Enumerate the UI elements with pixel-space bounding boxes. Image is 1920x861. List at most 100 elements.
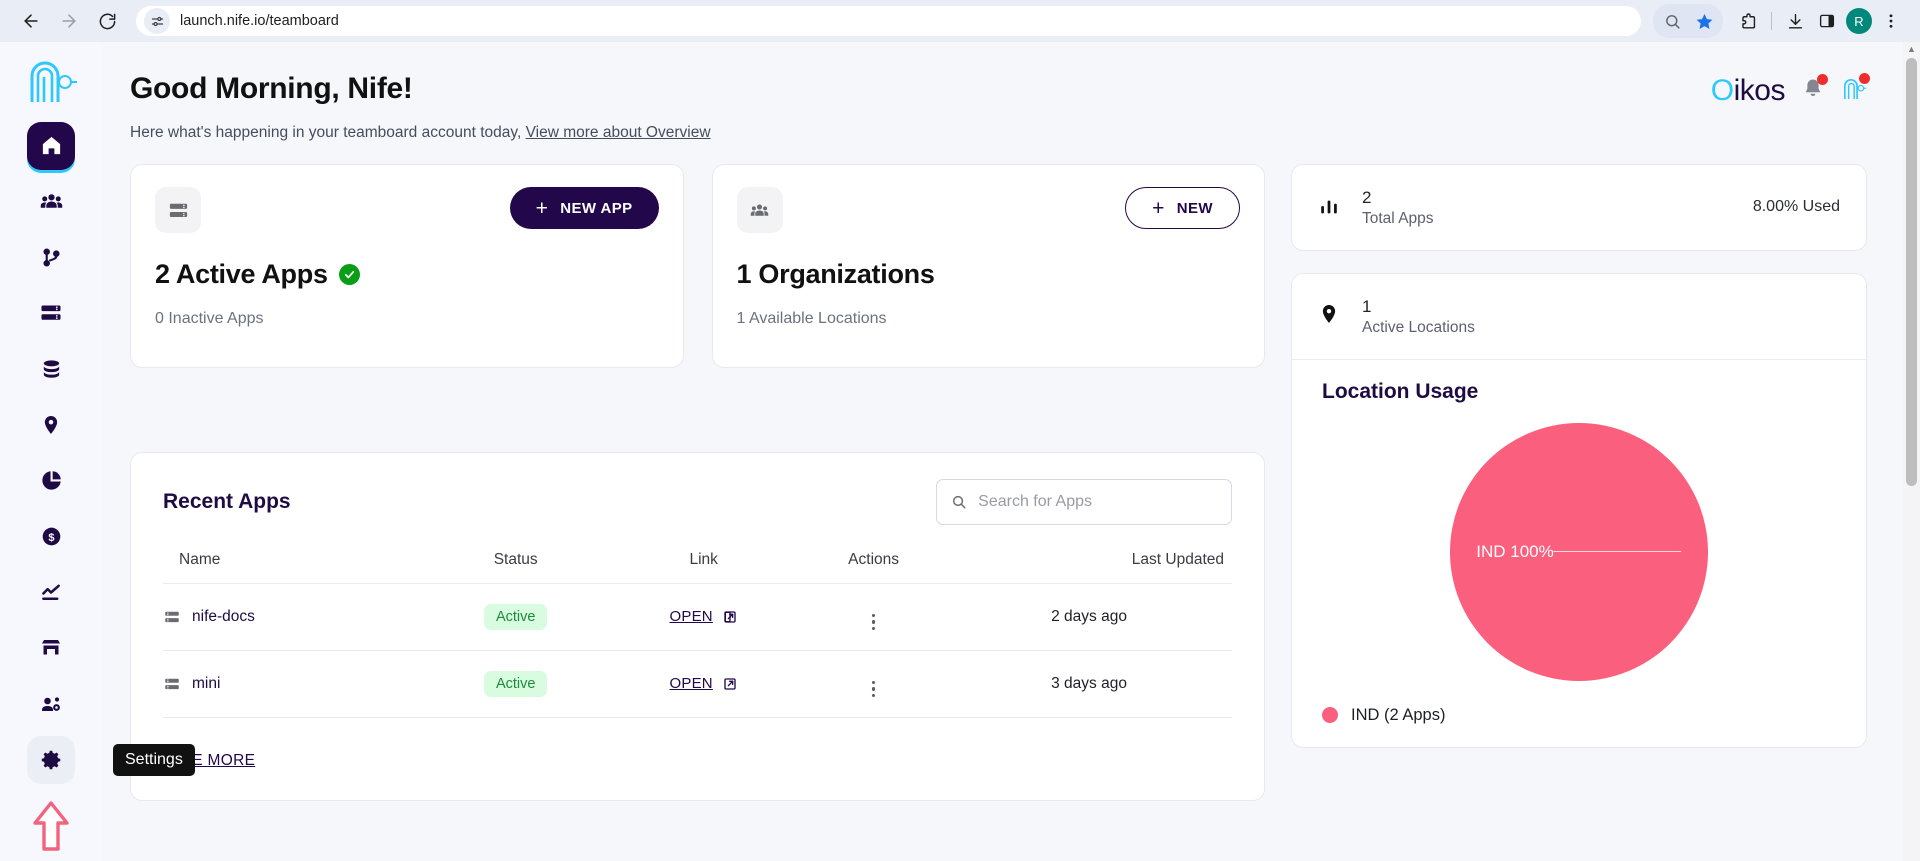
scroll-up-arrow[interactable]: ▲: [1907, 45, 1916, 54]
user-settings-icon: [42, 697, 60, 712]
search-input[interactable]: [978, 493, 1217, 511]
sidebar-item-user-management[interactable]: [27, 680, 75, 728]
open-app-link[interactable]: OPEN: [670, 675, 738, 692]
brand-logo-button[interactable]: [1841, 72, 1870, 108]
organizations-card: + NEW 1 Organizations 1 Available Locati…: [711, 164, 1265, 368]
check-circle-icon: [338, 264, 360, 285]
active-locations-value: 1: [1362, 296, 1372, 316]
usage-percent: 8.00% Used: [1752, 198, 1840, 216]
upgrade-arrow-icon: [33, 801, 69, 851]
logo-badge: [1859, 72, 1870, 84]
forward-button[interactable]: [52, 4, 86, 38]
external-link-icon: [724, 677, 736, 690]
cell-status: Active: [425, 650, 607, 718]
notifications-button[interactable]: [1801, 73, 1828, 107]
legend-label: IND (2 Apps): [1351, 705, 1446, 724]
zoom-search-icon[interactable]: [1657, 6, 1687, 36]
sidebar-item-metrics[interactable]: [27, 569, 75, 617]
sidebar-item-databases[interactable]: [27, 345, 75, 393]
new-app-button-label: NEW APP: [560, 199, 633, 217]
brand-first-letter: O: [1710, 74, 1734, 107]
cell-actions: [801, 650, 947, 718]
dollar-circle-icon: $: [42, 527, 60, 546]
people-group-icon: [40, 194, 62, 208]
overview-link[interactable]: View more about Overview: [526, 124, 711, 141]
address-bar[interactable]: launch.nife.io/teamboard: [136, 6, 1641, 36]
site-settings-icon[interactable]: [144, 8, 170, 34]
plus-icon: +: [535, 196, 549, 220]
server-stack-icon: [155, 187, 201, 233]
browser-menu-icon[interactable]: [1876, 6, 1906, 36]
trending-up-icon: [41, 584, 60, 601]
legend-color-swatch: [1322, 707, 1338, 724]
status-badge: Active: [483, 671, 548, 697]
extensions-icon[interactable]: [1733, 6, 1763, 36]
active-apps-count-text: 2 Active Apps: [155, 259, 328, 289]
nife-logo[interactable]: [24, 56, 78, 108]
kebab-menu-icon[interactable]: [871, 613, 876, 630]
open-app-link[interactable]: OPEN: [670, 608, 738, 625]
new-app-button[interactable]: + NEW APP: [509, 187, 659, 229]
svg-text:$: $: [48, 532, 54, 544]
new-organization-button[interactable]: + NEW: [1125, 187, 1240, 229]
sidebar-item-pipelines[interactable]: [27, 234, 75, 282]
active-apps-title: 2 Active Apps: [155, 259, 659, 290]
page-subtitle: Here what's happening in your teamboard …: [130, 124, 711, 142]
cell-name: mini: [163, 650, 426, 718]
sidebar-item-billing[interactable]: $: [27, 513, 75, 561]
table-row[interactable]: mini Active OPEN 3 days ago: [163, 650, 1232, 718]
pie-leader-line: [1553, 551, 1682, 553]
map-pin-icon: [44, 416, 58, 435]
sidebar-item-servers[interactable]: [27, 289, 75, 337]
page-scrollbar[interactable]: ▲: [1903, 42, 1920, 861]
table-header: Name Status Link Actions Last Updated: [163, 539, 1232, 584]
dashboard-left-column: + NEW APP 2 Active Apps 0 Inactive Apps: [130, 164, 1265, 801]
sidebar-item-marketplace[interactable]: [27, 624, 75, 672]
app-name: nife-docs: [192, 608, 255, 625]
downloads-icon[interactable]: [1780, 6, 1810, 36]
brand-rest: ikos: [1733, 74, 1786, 107]
pie-slice-ind[interactable]: IND 100%: [1450, 422, 1708, 681]
available-locations-text: 1 Available Locations: [736, 310, 887, 327]
active-locations-row: 1 Active Locations: [1292, 274, 1866, 360]
pie-slice-label-text: IND 100%: [1476, 541, 1554, 561]
toolbar-actions: R: [1653, 4, 1906, 38]
profile-avatar[interactable]: R: [1844, 6, 1874, 36]
summary-cards: + NEW APP 2 Active Apps 0 Inactive Apps: [130, 164, 1265, 368]
header-right: Oikos: [1710, 72, 1870, 108]
app-name: mini: [192, 675, 221, 692]
side-panel-icon[interactable]: [1812, 6, 1842, 36]
back-button[interactable]: [14, 4, 48, 38]
sidebar-item-analytics[interactable]: [27, 457, 75, 505]
column-header-actions: Actions: [848, 551, 900, 568]
inactive-apps-text: 0 Inactive Apps: [155, 310, 264, 327]
kebab-menu-icon[interactable]: [871, 680, 876, 697]
new-org-button-label: NEW: [1176, 199, 1213, 217]
browser-toolbar: launch.nife.io/teamboard R: [0, 0, 1920, 42]
table-row[interactable]: nife-docs Active OPEN 2 days ago: [163, 583, 1232, 651]
location-usage-pie-chart: IND 100%: [1292, 404, 1866, 700]
scrollbar-thumb[interactable]: [1906, 58, 1917, 486]
sidebar-item-home[interactable]: [27, 122, 75, 170]
sidebar-item-upgrade[interactable]: [29, 798, 73, 861]
recent-apps-title: Recent Apps: [163, 490, 291, 513]
bookmark-star-icon[interactable]: [1689, 6, 1719, 36]
column-header-name: Name: [179, 551, 221, 568]
toolbar-divider: [1771, 12, 1772, 30]
sidebar-item-locations[interactable]: [27, 401, 75, 449]
open-label: OPEN: [669, 608, 713, 625]
server-stack-icon: [165, 611, 179, 623]
reload-button[interactable]: [90, 4, 124, 38]
sidebar-tooltip: Settings: [113, 744, 195, 777]
organizations-title: 1 Organizations: [736, 259, 935, 289]
recent-apps-table: Name Status Link Actions Last Updated ni…: [163, 539, 1232, 718]
search-apps-box[interactable]: [936, 479, 1232, 525]
chart-legend: IND (2 Apps): [1292, 706, 1866, 725]
avatar-initial: R: [1846, 8, 1872, 34]
search-icon: [952, 495, 966, 509]
column-header-link: Link: [689, 551, 718, 568]
sidebar-item-settings[interactable]: Settings: [27, 736, 195, 784]
sidebar-item-teams[interactable]: [27, 178, 75, 226]
home-icon: [42, 137, 60, 155]
cell-link: OPEN: [606, 650, 802, 718]
